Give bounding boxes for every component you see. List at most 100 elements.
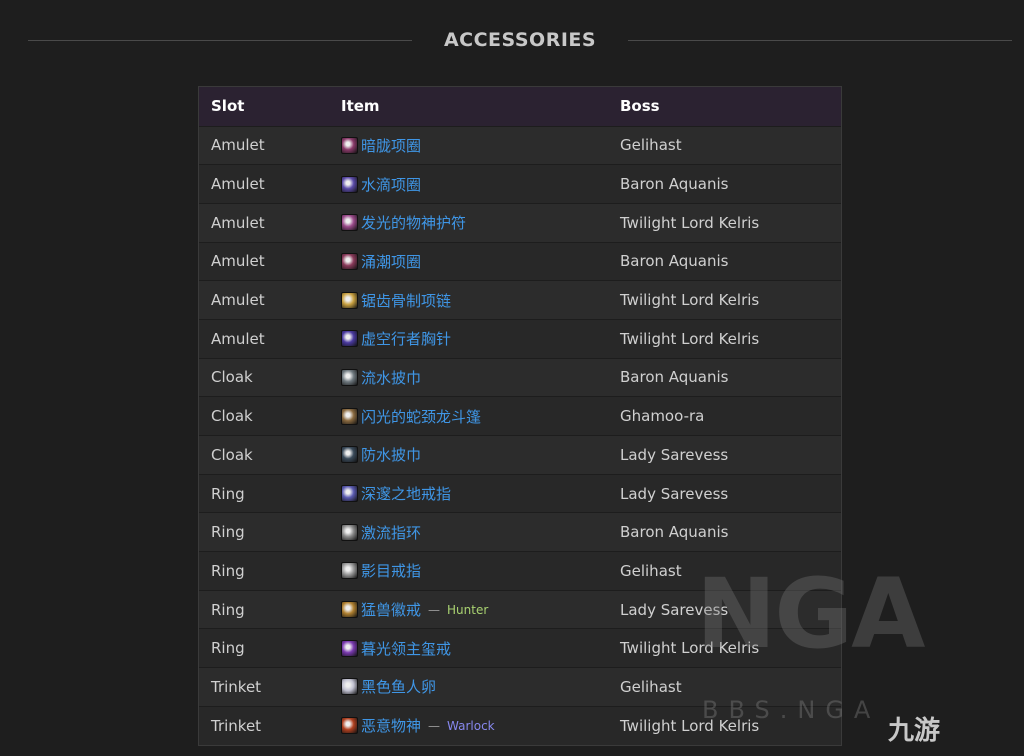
table-row: Ring 激流指环 Baron Aquanis [199,512,841,552]
class-restriction-label: Warlock [447,718,495,733]
item-icon[interactable] [341,136,358,154]
item-cell: 恶意物神 — Warlock [329,705,608,745]
item-icon[interactable] [341,291,358,309]
item-icon[interactable] [341,252,358,270]
slot-cell: Amulet [199,318,329,359]
item-cell: 暮光领主玺戒 [329,628,608,668]
watermark-brand: 九游 [888,716,941,746]
item-icon[interactable] [341,330,358,348]
item-icon[interactable] [341,407,358,425]
slot-cell: Amulet [199,164,329,204]
table-row: Ring 影目戒指 Gelihast [199,551,841,591]
slot-cell: Ring [199,551,329,591]
item-cell: 锯齿骨制项链 [329,280,608,320]
class-separator: — [428,602,441,617]
boss-cell: Twilight Lord Kelris [608,628,841,668]
table-row: Amulet 虚空行者胸针 Twilight Lord Kelris [199,318,841,359]
item-icon[interactable] [341,678,358,696]
table-row: Trinket 恶意物神 — Warlock Twilight Lord Kelris [199,705,841,745]
boss-cell: Twilight Lord Kelris [608,280,841,320]
slot-cell: Trinket [199,705,329,745]
item-link[interactable]: 猛兽徽戒 [361,599,421,620]
table-row: Amulet 暗胧项圈 Gelihast [199,125,841,165]
item-link[interactable]: 暮光领主玺戒 [361,638,451,659]
slot-cell: Ring [199,628,329,668]
item-link[interactable]: 发光的物神护符 [361,212,466,233]
item-cell: 水滴项圈 [329,164,608,204]
item-icon[interactable] [341,601,358,619]
boss-cell: Twilight Lord Kelris [608,318,841,359]
item-icon[interactable] [341,562,358,580]
item-link[interactable]: 防水披巾 [361,444,421,465]
item-link[interactable]: 暗胧项圈 [361,135,421,156]
boss-cell: Twilight Lord Kelris [608,202,841,243]
boss-cell: Gelihast [608,125,841,165]
boss-cell: Baron Aquanis [608,512,841,552]
item-cell: 虚空行者胸针 [329,318,608,359]
item-cell: 暗胧项圈 [329,125,608,165]
table-row: Ring 暮光领主玺戒 Twilight Lord Kelris [199,628,841,668]
table-row: Cloak 流水披巾 Baron Aquanis [199,357,841,397]
boss-cell: Baron Aquanis [608,357,841,397]
boss-cell: Gelihast [608,551,841,591]
item-icon[interactable] [341,717,358,735]
item-icon[interactable] [341,214,358,232]
table-row: Amulet 锯齿骨制项链 Twilight Lord Kelris [199,280,841,320]
column-header-slot: Slot [211,97,245,116]
item-link[interactable]: 闪光的蛇颈龙斗篷 [361,406,481,427]
section-header: ACCESSORIES [28,26,1013,54]
class-separator: — [428,718,441,733]
item-icon[interactable] [341,175,358,193]
item-link[interactable]: 虚空行者胸针 [361,328,451,349]
table-row: Ring 深邃之地戒指 Lady Sarevess [199,473,841,513]
item-cell: 黑色鱼人卵 [329,667,608,707]
item-link[interactable]: 黑色鱼人卵 [361,676,436,697]
column-header-boss: Boss [620,97,660,116]
item-link[interactable]: 水滴项圈 [361,174,421,195]
slot-cell: Amulet [199,241,329,281]
slot-cell: Amulet [199,280,329,320]
slot-cell: Amulet [199,125,329,165]
boss-cell: Twilight Lord Kelris [608,705,841,745]
table-row: Amulet 水滴项圈 Baron Aquanis [199,164,841,204]
item-icon[interactable] [341,639,358,657]
item-icon[interactable] [341,446,358,464]
slot-cell: Amulet [199,202,329,243]
table-header-row: Slot Item Boss [199,87,841,126]
slot-cell: Ring [199,473,329,513]
boss-cell: Lady Sarevess [608,473,841,513]
boss-cell: Gelihast [608,667,841,707]
item-cell: 激流指环 [329,512,608,552]
column-header-item: Item [341,97,380,116]
item-icon[interactable] [341,485,358,503]
header-divider-right [628,39,1013,41]
header-divider-left [28,39,412,41]
table-row: Trinket 黑色鱼人卵 Gelihast [199,667,841,707]
section-title: ACCESSORIES [443,29,597,51]
item-link[interactable]: 恶意物神 [361,715,421,736]
item-cell: 流水披巾 [329,357,608,397]
boss-cell: Baron Aquanis [608,164,841,204]
item-cell: 防水披巾 [329,435,608,475]
slot-cell: Ring [199,589,329,629]
table-row: Cloak 闪光的蛇颈龙斗篷 Ghamoo-ra [199,396,841,436]
item-link[interactable]: 流水披巾 [361,367,421,388]
boss-cell: Baron Aquanis [608,241,841,281]
accessories-table: Slot Item Boss Amulet 暗胧项圈 Gelihast Amulet 水… [198,86,842,746]
item-link[interactable]: 锯齿骨制项链 [361,290,451,311]
item-cell: 深邃之地戒指 [329,473,608,513]
boss-cell: Lady Sarevess [608,589,841,629]
item-link[interactable]: 涌潮项圈 [361,251,421,272]
item-link[interactable]: 影目戒指 [361,560,421,581]
table-row: Ring 猛兽徽戒 — Hunter Lady Sarevess [199,589,841,629]
slot-cell: Ring [199,512,329,552]
item-cell: 发光的物神护符 [329,202,608,243]
item-icon[interactable] [341,368,358,386]
slot-cell: Cloak [199,357,329,397]
item-icon[interactable] [341,523,358,541]
table-row: Amulet 发光的物神护符 Twilight Lord Kelris [199,202,841,243]
item-cell: 涌潮项圈 [329,241,608,281]
item-cell: 闪光的蛇颈龙斗篷 [329,396,608,436]
item-link[interactable]: 激流指环 [361,522,421,543]
item-link[interactable]: 深邃之地戒指 [361,483,451,504]
